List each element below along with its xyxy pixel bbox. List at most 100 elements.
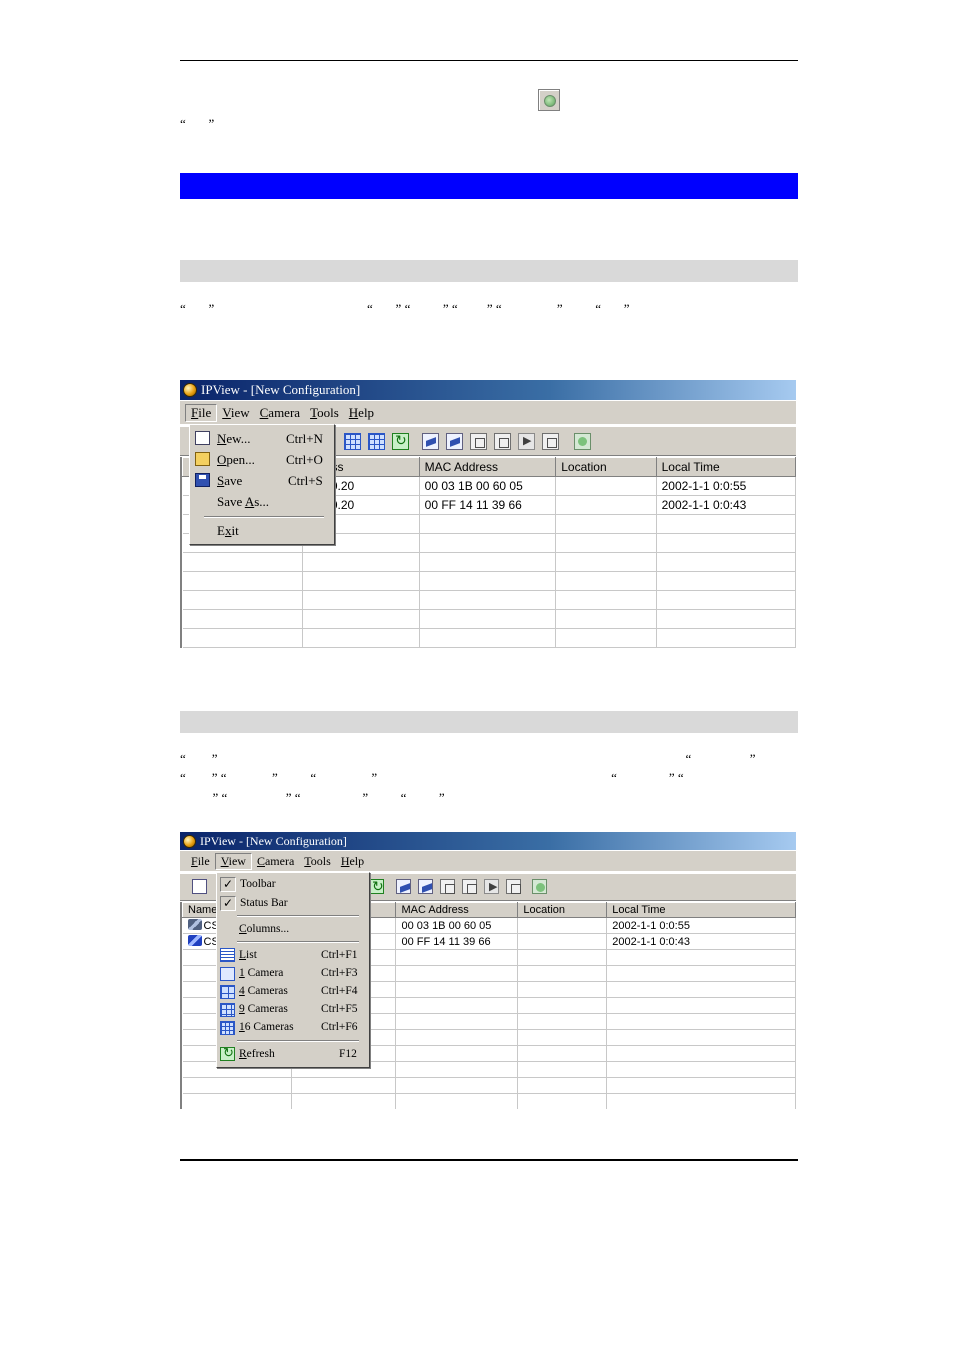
play-icon[interactable] [484,879,499,894]
column-header-mac[interactable]: MAC Address [395,902,519,918]
menu-item-9-cameras[interactable]: 9 Cameras Ctrl+F5 [217,1001,369,1019]
snapshot-icon[interactable] [462,879,477,894]
window-title: IPView - [New Configuration] [201,382,361,397]
menu-item-1-camera[interactable]: 1 Camera Ctrl+F3 [217,965,369,983]
table-row [182,1093,796,1109]
app-icon [183,834,196,848]
cell-location [555,476,657,496]
menu-view[interactable]: View [217,405,254,421]
checkmark-icon: ✓ [220,877,236,892]
shortcut-label: Ctrl+F4 [321,985,358,997]
menu-item-list[interactable]: List Ctrl+F1 [217,946,369,965]
camera-settings-icon[interactable] [418,879,433,894]
play-icon[interactable] [518,433,535,450]
shortcut-label: Ctrl+F3 [321,967,358,979]
single-camera-icon [220,967,235,981]
shortcut-label: Ctrl+S [288,473,323,488]
cell-time: 2002-1-1 0:0:55 [656,476,796,496]
table-row [182,590,796,610]
list-view-icon [220,948,235,962]
column-header-time[interactable]: Local Time [606,902,796,918]
table-row [182,609,796,629]
cell-time: 2002-1-1 0:0:55 [606,917,796,934]
menu-item-refresh[interactable]: Refresh F12 [217,1045,369,1064]
sixteen-cameras-icon[interactable] [368,433,385,450]
table-row [182,552,796,572]
stop-icon[interactable] [506,879,521,894]
add-camera-icon[interactable] [422,433,439,450]
menu-item-columns[interactable]: Columns... [217,920,369,939]
web-icon[interactable] [574,433,591,450]
screenshot-file-menu: IPView - [New Configuration] File View C… [180,380,796,648]
menu-item-save-as[interactable]: Save As... [190,492,334,512]
file-dropdown-menu: New... Ctrl+N Open... Ctrl+O Save Ctrl+S… [189,424,335,545]
text-line: “ ” “ ” [180,751,756,766]
camera-icon [187,935,202,946]
window-title: IPView - [New Configuration] [200,833,347,848]
menu-separator [204,516,324,518]
refresh-icon[interactable] [369,878,384,895]
header-rule [180,60,798,61]
menu-view[interactable]: View [214,852,252,870]
text-line: “ ” “ ” “ ” “ ” “ ” “ ” [180,301,630,316]
camera-settings-icon[interactable] [446,433,463,450]
shortcut-label: Ctrl+F5 [321,1003,358,1015]
menu-bar: File View Camera Tools Help [180,401,796,425]
camera-icon [187,919,202,930]
app-icon [183,383,197,397]
refresh-icon [220,1045,235,1061]
menu-camera[interactable]: Camera [252,854,299,869]
column-header-location[interactable]: Location [555,457,657,477]
cell-location [517,917,608,934]
four-cameras-icon [220,985,235,999]
section-heading-bar [180,173,798,199]
table-row [182,628,796,648]
menu-file[interactable]: File [185,403,218,422]
shortcut-label: Ctrl+N [286,431,323,446]
table-row [182,1077,796,1094]
footer-rule [180,1159,798,1161]
text-line: “ ” “ ” “ ” “ ” “ [180,770,684,785]
title-bar: IPView - [New Configuration] [180,380,796,400]
title-bar: IPView - [New Configuration] [180,832,796,850]
cell-mac: 00 03 1B 00 60 05 [419,476,557,496]
menu-tools[interactable]: Tools [305,405,344,421]
menu-camera[interactable]: Camera [255,405,305,421]
menu-item-open[interactable]: Open... Ctrl+O [190,450,334,470]
stop-icon[interactable] [542,433,559,450]
menu-separator [237,941,359,943]
menu-item-new[interactable]: New... Ctrl+N [190,429,334,449]
add-camera-icon[interactable] [396,879,411,894]
refresh-icon[interactable] [392,432,409,450]
subsection-bar-view-menu [180,711,798,733]
properties-icon[interactable] [470,433,487,450]
checkmark-icon: ✓ [220,896,236,911]
new-file-icon [195,431,210,445]
menu-tools[interactable]: Tools [299,854,336,869]
menu-item-exit[interactable]: Exit [190,521,334,541]
column-header-location[interactable]: Location [517,902,608,918]
menu-file[interactable]: File [186,854,215,869]
nine-cameras-icon[interactable] [344,433,361,450]
column-header-mac[interactable]: MAC Address [418,457,557,477]
nine-cameras-icon [220,1003,235,1017]
web-icon[interactable] [532,879,547,894]
globe-toolbar-icon [538,89,560,111]
menu-item-status-bar[interactable]: ✓ Status Bar [217,894,369,913]
menu-help[interactable]: Help [344,405,379,421]
menu-item-toolbar[interactable]: ✓ Toolbar [217,875,369,894]
cell-time: 2002-1-1 0:0:43 [606,933,796,950]
menu-item-save[interactable]: Save Ctrl+S [190,471,334,491]
properties-icon[interactable] [440,879,455,894]
new-file-icon[interactable] [192,879,207,894]
text-line: ” “ ” “ ” “ ” [180,790,445,805]
screenshot-view-menu: IPView - [New Configuration] File View C… [180,832,796,1109]
menu-help[interactable]: Help [336,854,369,869]
column-header-time[interactable]: Local Time [655,457,796,477]
cell-time: 2002-1-1 0:0:43 [656,495,796,515]
view-dropdown-menu: ✓ Toolbar ✓ Status Bar Columns... List C… [216,872,370,1068]
snapshot-icon[interactable] [494,433,511,450]
menu-item-16-cameras[interactable]: 16 Cameras Ctrl+F6 [217,1019,369,1037]
menu-item-4-cameras[interactable]: 4 Cameras Ctrl+F4 [217,983,369,1001]
shortcut-label: F12 [339,1048,357,1060]
